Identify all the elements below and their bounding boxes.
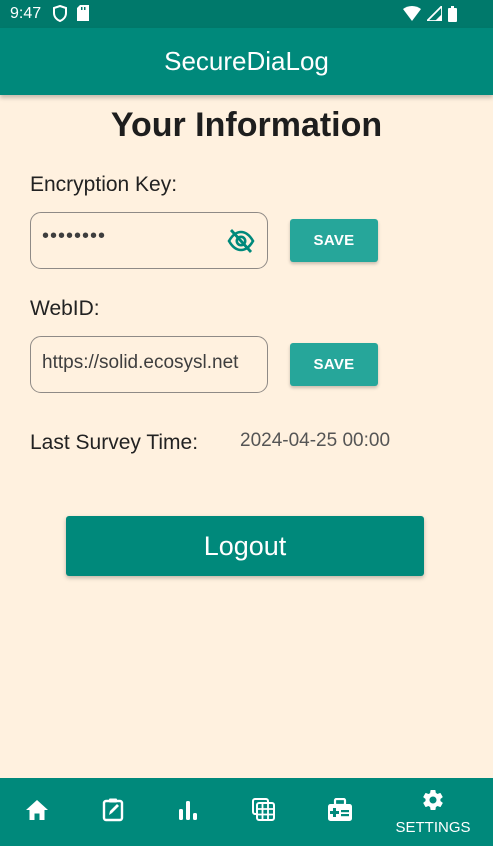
encryption-key-field[interactable]: •••••••• [30, 212, 268, 269]
gear-icon [421, 788, 445, 817]
calendar-grid-icon [252, 797, 276, 827]
nav-settings[interactable]: SETTINGS [395, 778, 471, 846]
status-time: 9:47 [10, 5, 42, 22]
nav-home[interactable] [2, 778, 72, 846]
nav-charts[interactable] [153, 778, 223, 846]
bar-chart-icon [177, 800, 199, 825]
medical-kit-icon [327, 797, 353, 827]
nav-settings-label: SETTINGS [395, 819, 471, 836]
save-webid-button[interactable]: SAVE [290, 343, 378, 386]
status-bar: 9:47 [0, 0, 493, 28]
visibility-off-icon[interactable] [227, 227, 255, 255]
logout-button[interactable]: Logout [66, 516, 424, 576]
nav-medical[interactable] [305, 778, 375, 846]
webid-field[interactable]: https://solid.ecosysl.net [30, 336, 268, 393]
last-survey-label: Last Survey Time: [30, 431, 199, 454]
edit-note-icon [102, 798, 124, 827]
app-title: SecureDiaLog [164, 46, 329, 76]
signal-icon [424, 3, 443, 27]
battery-icon [448, 6, 457, 27]
shield-icon [53, 4, 67, 27]
bottom-nav: SETTINGS [0, 778, 493, 846]
save-encryption-key-button[interactable]: SAVE [290, 219, 378, 262]
home-icon [25, 799, 49, 826]
webid-value: https://solid.ecosysl.net [42, 352, 239, 373]
encryption-key-value: •••••••• [42, 225, 107, 247]
encryption-key-label: Encryption Key: [30, 173, 178, 196]
page-title: Your Information [110, 106, 383, 144]
webid-label: WebID: [30, 297, 100, 320]
wifi-icon [403, 6, 421, 27]
app-bar: SecureDiaLog [0, 28, 493, 95]
nav-survey[interactable] [78, 778, 148, 846]
nav-calendar[interactable] [229, 778, 299, 846]
last-survey-value: 2024-04-25 00:00 [240, 430, 391, 451]
sd-card-icon [77, 5, 89, 27]
